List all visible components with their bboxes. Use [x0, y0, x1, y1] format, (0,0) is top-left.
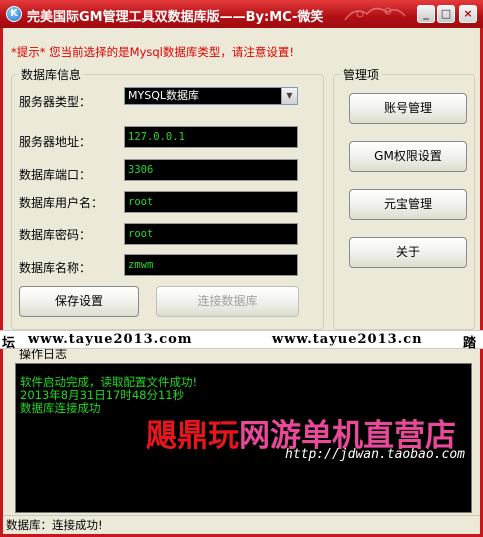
dbname-label: 数据库名称： [19, 261, 92, 275]
db-info-title: 数据库信息 [18, 66, 85, 83]
db-info-group: 数据库信息 服务器类型： MYSQL数据库 ▼ 服务器地址： 127.0.0.1… [11, 66, 324, 330]
server-type-label: 服务器类型： [19, 95, 92, 109]
title-bar[interactable]: K 完美国际GM管理工具双数据库版——By:MC-微笑 _ □ × [0, 0, 483, 28]
server-type-value: MYSQL数据库 [128, 89, 199, 102]
server-type-select[interactable]: MYSQL数据库 ▼ [124, 87, 298, 105]
app-window: K 完美国际GM管理工具双数据库版——By:MC-微笑 _ □ × *提示* 您… [0, 0, 483, 537]
cloud-ornament-icon [344, 7, 406, 21]
management-group: 管理项 账号管理 GM权限设置 元宝管理 关于 [333, 66, 475, 330]
account-management-button[interactable]: 账号管理 [349, 93, 467, 124]
window-title: 完美国际GM管理工具双数据库版——By:MC-微笑 [27, 10, 324, 25]
username-input[interactable]: root [124, 191, 298, 213]
hint-text: *提示* 您当前选择的是Mysql数据库类型，请注意设置! [11, 45, 294, 59]
maximize-button[interactable]: □ [437, 5, 455, 23]
password-label: 数据库密码： [19, 228, 92, 242]
password-input[interactable]: root [124, 223, 298, 245]
port-label: 数据库端口： [19, 168, 92, 182]
watermark-ad: 飓鼎玩网游单机直营店 http://jdwan.taobao.com [140, 408, 482, 468]
username-label: 数据库用户名： [19, 196, 104, 210]
management-title: 管理项 [340, 66, 383, 83]
server-address-input[interactable]: 127.0.0.1 [124, 126, 298, 148]
status-bar: 数据库：连接成功! [3, 515, 480, 534]
watermark-strip-left: 坛 [2, 336, 17, 351]
connect-database-button[interactable]: 连接数据库 [156, 286, 299, 317]
server-address-label: 服务器地址： [19, 135, 92, 149]
app-logo-icon: K [6, 6, 22, 22]
watermark-url-cn: www.tayue2013.cn [272, 332, 423, 347]
port-input[interactable]: 3306 [124, 159, 298, 181]
watermark-url-com: www.tayue2013.com [28, 332, 193, 347]
watermark-strip-right: 踏 [463, 336, 478, 351]
about-button[interactable]: 关于 [349, 237, 467, 268]
watermark-ad-url: http://jdwan.taobao.com [285, 447, 466, 462]
dbname-input[interactable]: zmwm [124, 254, 298, 276]
minimize-button[interactable]: _ [417, 5, 435, 23]
close-button[interactable]: × [459, 5, 477, 23]
save-settings-button[interactable]: 保存设置 [19, 286, 139, 317]
yuanbao-management-button[interactable]: 元宝管理 [349, 189, 467, 220]
watermark-ad-brand: 飓鼎玩 [146, 418, 239, 454]
chevron-down-icon[interactable]: ▼ [281, 88, 297, 104]
watermark-strip: 坛 www.tayue2013.com www.tayue2013.cn 踏 [0, 330, 483, 351]
gm-permission-button[interactable]: GM权限设置 [349, 141, 467, 172]
